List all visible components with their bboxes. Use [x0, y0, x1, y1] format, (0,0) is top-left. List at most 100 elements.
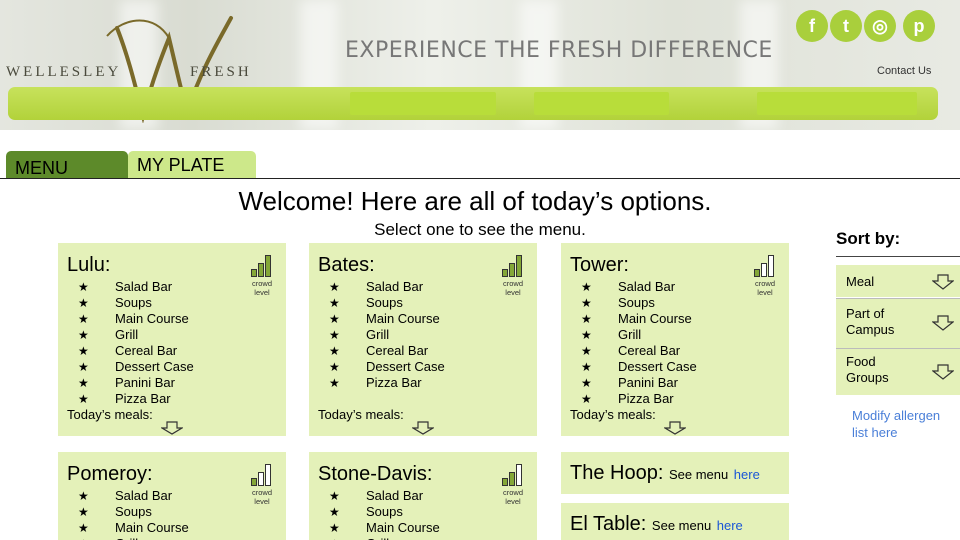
nav-item[interactable] [350, 92, 496, 115]
crowd-level-bars-icon [251, 253, 273, 277]
expand-meals-arrow-icon[interactable] [412, 421, 434, 435]
see-menu-text: See menu [651, 518, 712, 533]
star-icon: ★ [329, 328, 340, 342]
tab-menu[interactable]: MENU [6, 151, 128, 179]
crowd-level-label: crowd level [251, 279, 272, 297]
nav-item[interactable] [534, 92, 669, 115]
crowd-level-bars-icon [502, 462, 524, 486]
crowd-level-bar [258, 472, 264, 486]
dining-hall-card[interactable]: El Table: See menu here [561, 503, 789, 540]
down-arrow-icon [932, 315, 954, 331]
expand-meals-arrow-icon[interactable] [664, 421, 686, 435]
station-name: Main Course [115, 520, 189, 535]
station-item: ★ Main Course [329, 520, 440, 536]
crowd-level-bar [258, 263, 264, 277]
facebook-icon[interactable]: f [796, 10, 828, 42]
dining-hall-card[interactable]: Pomeroy: crowd level ★ Salad Bar ★ Soups ★ Main… [58, 452, 286, 540]
star-icon: ★ [78, 344, 89, 358]
star-icon: ★ [78, 312, 89, 326]
station-name: Cereal Bar [115, 343, 178, 358]
station-item: ★ Pizza Bar [78, 391, 194, 407]
tab-my-plate[interactable]: MY PLATE [128, 151, 256, 179]
star-icon: ★ [78, 280, 89, 294]
crowd-level-bar [265, 255, 271, 277]
station-item: ★ Grill [581, 327, 697, 343]
station-name: Grill [618, 327, 642, 342]
nav-item[interactable] [757, 92, 917, 115]
modify-allergen-link[interactable]: Modify allergen list here [852, 407, 957, 441]
dining-hall-card[interactable]: Stone-Davis: crowd level ★ Salad Bar ★ Soups ★… [309, 452, 537, 540]
station-item: ★ Salad Bar [78, 488, 189, 504]
dining-hall-name: El Table: [570, 513, 647, 535]
see-menu-link[interactable]: here [734, 467, 760, 482]
dining-hall-name: Stone-Davis: [318, 463, 433, 485]
star-icon: ★ [78, 392, 89, 406]
station-name: Grill [366, 327, 390, 342]
station-name: Salad Bar [366, 279, 424, 294]
crowd-level-bar [502, 269, 508, 277]
expand-meals-arrow-icon[interactable] [161, 421, 183, 435]
star-icon: ★ [581, 360, 592, 374]
sort-title: Sort by: [836, 229, 901, 248]
sort-option-food-groups[interactable]: Food Groups [836, 349, 960, 395]
star-icon: ★ [581, 344, 592, 358]
star-icon: ★ [329, 280, 340, 294]
contact-us-link[interactable]: Contact Us [877, 65, 931, 77]
station-name: Panini Bar [115, 375, 175, 390]
crowd-level-label: crowd level [251, 488, 272, 506]
station-item: ★ Main Course [581, 311, 697, 327]
star-icon: ★ [581, 392, 592, 406]
dining-hall-card[interactable]: Tower: crowd level ★ Salad Bar ★ Soups ★ Main C… [561, 243, 789, 436]
twitter-icon[interactable]: t [830, 10, 862, 42]
station-item: ★ Panini Bar [581, 375, 697, 391]
crowd-level-indicator: crowd level [751, 253, 779, 297]
star-icon: ★ [329, 505, 340, 519]
star-icon: ★ [329, 296, 340, 310]
todays-meals-label: Today’s meals: [570, 407, 656, 422]
star-icon: ★ [581, 328, 592, 342]
sort-divider [836, 256, 960, 257]
station-name: Dessert Case [618, 359, 697, 374]
crowd-level-indicator: crowd level [499, 253, 527, 297]
station-name: Main Course [618, 311, 692, 326]
station-item: ★ Dessert Case [581, 359, 697, 375]
crowd-level-bar [265, 464, 271, 486]
sort-option-meal[interactable]: Meal [836, 265, 960, 297]
dining-hall-card[interactable]: Bates: crowd level ★ Salad Bar ★ Soups ★ Main C… [309, 243, 537, 436]
station-name: Pizza Bar [618, 391, 674, 406]
pinterest-icon[interactable]: p [903, 10, 935, 42]
sort-option-part-of-campus[interactable]: Part of Campus [836, 299, 960, 348]
dining-hall-name: Lulu: [67, 254, 111, 276]
star-icon: ★ [581, 280, 592, 294]
down-arrow-icon [932, 364, 954, 380]
star-icon: ★ [78, 505, 89, 519]
station-name: Panini Bar [618, 375, 678, 390]
station-item: ★ Grill [329, 327, 445, 343]
station-item: ★ Salad Bar [581, 279, 697, 295]
station-name: Cereal Bar [618, 343, 681, 358]
station-name: Main Course [366, 311, 440, 326]
nav-bar [8, 87, 938, 120]
dining-hall-card[interactable]: Lulu: crowd level ★ Salad Bar ★ Soups ★ Main Co… [58, 243, 286, 436]
station-item: ★ Dessert Case [329, 359, 445, 375]
dining-hall-name: Pomeroy: [67, 463, 153, 485]
sort-option-label: Meal [846, 274, 875, 289]
station-name: Salad Bar [115, 488, 173, 503]
crowd-level-bar [754, 269, 760, 277]
dining-hall-title: The Hoop: See menu here [570, 462, 760, 485]
see-menu-text: See menu [668, 467, 729, 482]
station-name: Salad Bar [115, 279, 173, 294]
instagram-icon[interactable]: ◎ [864, 10, 896, 42]
station-name: Soups [115, 504, 152, 519]
station-name: Soups [618, 295, 655, 310]
crowd-level-label: crowd level [502, 488, 523, 506]
crowd-level-bar [516, 255, 522, 277]
see-menu-link[interactable]: here [717, 518, 743, 533]
crowd-level-label: crowd level [502, 279, 523, 297]
dining-hall-card[interactable]: The Hoop: See menu here [561, 452, 789, 494]
crowd-level-bar [509, 263, 515, 277]
station-name: Cereal Bar [366, 343, 429, 358]
station-name: Grill [115, 327, 139, 342]
station-item: ★ Soups [78, 295, 194, 311]
star-icon: ★ [78, 521, 89, 535]
